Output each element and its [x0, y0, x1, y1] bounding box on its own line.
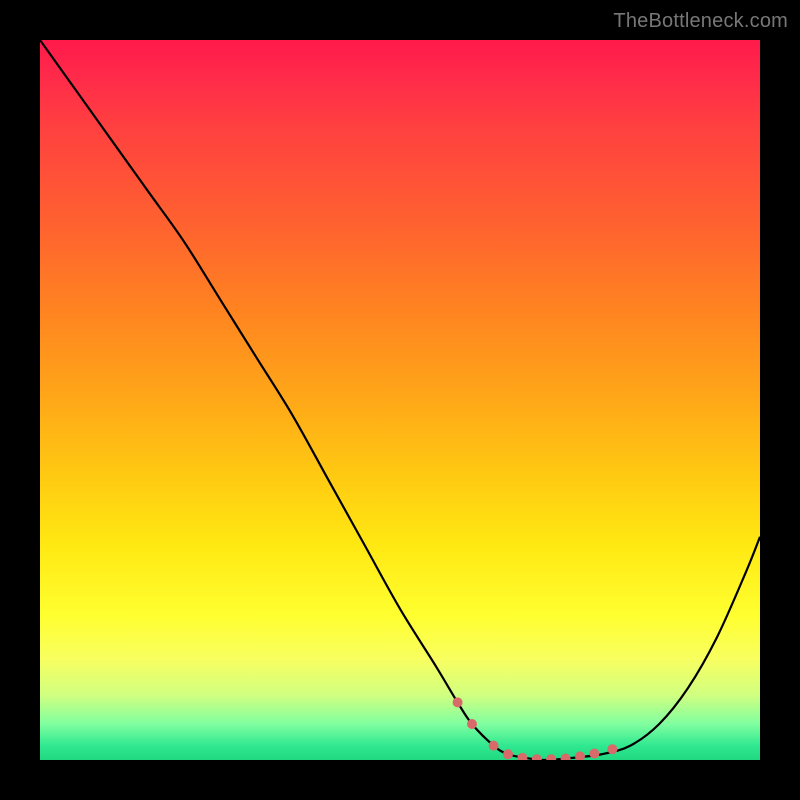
curve-marker: [607, 744, 617, 754]
bottleneck-curve: [40, 40, 760, 760]
curve-marker: [561, 754, 571, 760]
curve-marker: [532, 754, 542, 760]
curve-marker: [575, 751, 585, 760]
bottleneck-curve-svg: [40, 40, 760, 760]
curve-marker: [467, 719, 477, 729]
plot-area: [40, 40, 760, 760]
curve-marker: [453, 697, 463, 707]
watermark-label: TheBottleneck.com: [613, 10, 788, 33]
curve-marker: [546, 754, 556, 760]
curve-marker: [589, 749, 599, 759]
chart-container: TheBottleneck.com: [0, 0, 800, 800]
curve-marker: [489, 741, 499, 751]
curve-marker: [503, 749, 513, 759]
curve-marker: [517, 753, 527, 760]
